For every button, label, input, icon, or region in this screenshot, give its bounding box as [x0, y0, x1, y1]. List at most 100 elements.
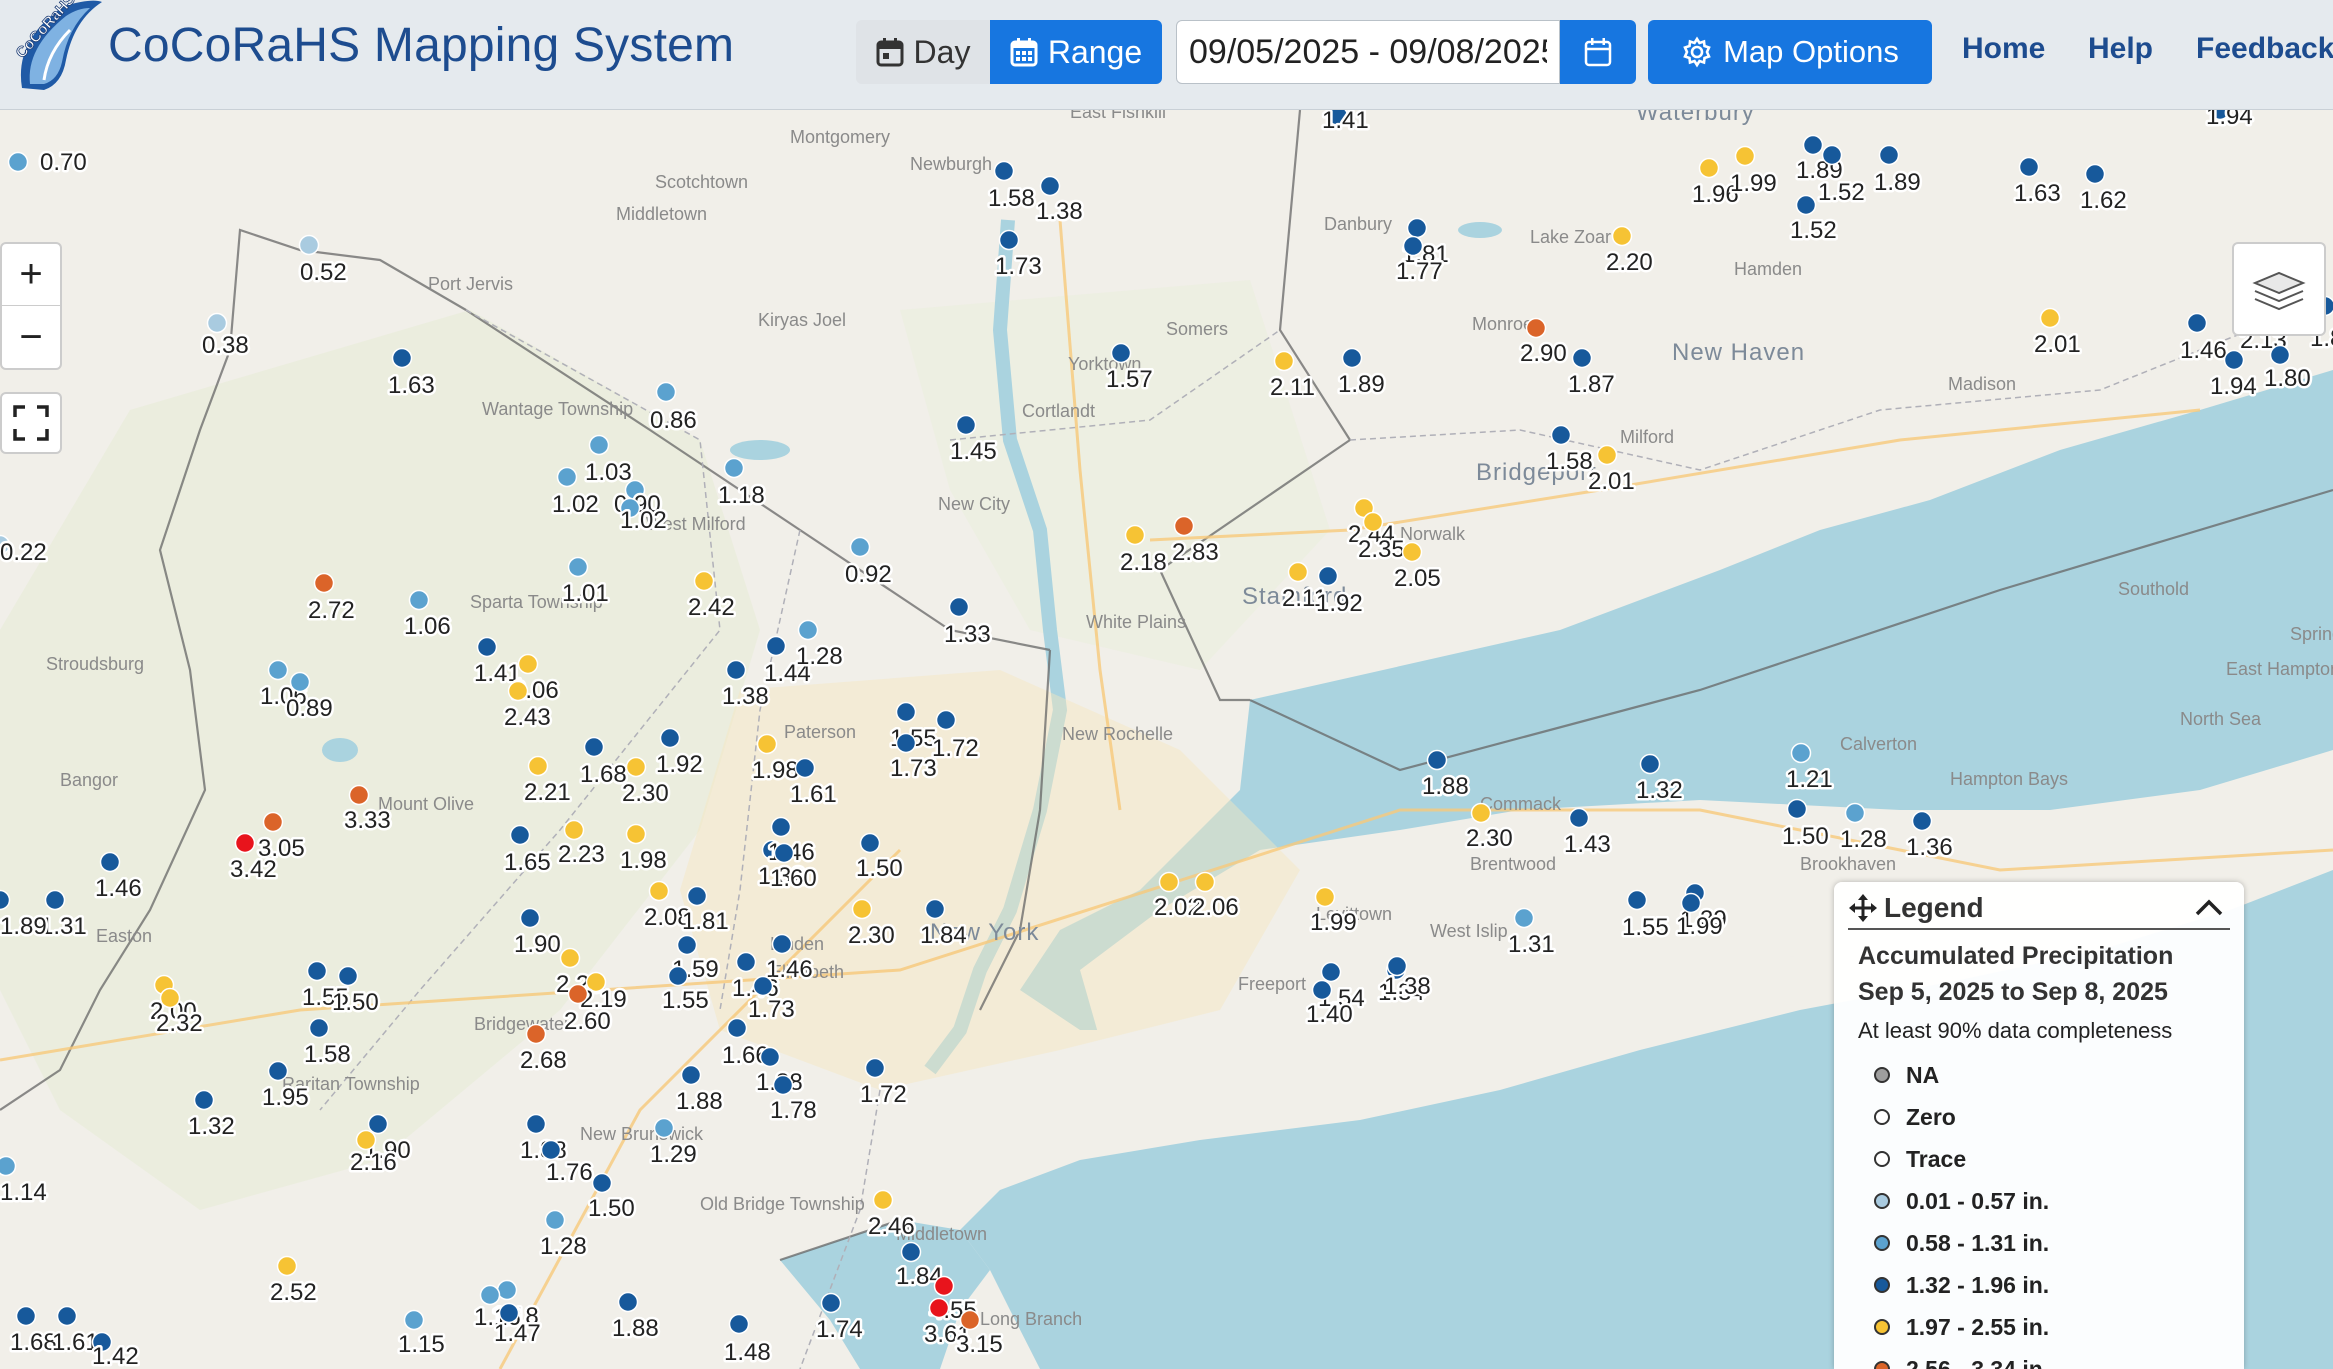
station-marker[interactable] [759, 1046, 781, 1068]
station-marker[interactable] [756, 733, 778, 755]
station-marker[interactable] [527, 755, 549, 777]
station-marker[interactable] [653, 1117, 675, 1139]
station-marker[interactable] [1317, 565, 1339, 587]
station-marker[interactable] [2223, 349, 2245, 371]
station-marker[interactable] [948, 596, 970, 618]
station-marker[interactable] [1611, 225, 1633, 247]
station-marker[interactable] [567, 983, 589, 1005]
station-marker[interactable] [567, 556, 589, 578]
station-marker[interactable] [1194, 871, 1216, 893]
station-marker[interactable] [933, 1275, 955, 1297]
station-marker[interactable] [367, 1113, 389, 1135]
station-marker[interactable] [0, 1155, 17, 1177]
station-marker[interactable] [1844, 802, 1866, 824]
station-marker[interactable] [476, 636, 498, 658]
station-marker[interactable] [509, 824, 531, 846]
station-marker[interactable] [408, 589, 430, 611]
station-marker[interactable] [337, 965, 359, 987]
station-marker[interactable] [591, 1172, 613, 1194]
station-marker[interactable] [723, 457, 745, 479]
nav-help-link[interactable]: Help [2088, 32, 2153, 66]
station-marker[interactable] [1124, 524, 1146, 546]
station-marker[interactable] [1426, 749, 1448, 771]
station-marker[interactable] [267, 659, 289, 681]
station-marker[interactable] [1626, 889, 1648, 911]
station-marker[interactable] [1821, 144, 1843, 166]
station-marker[interactable] [525, 1113, 547, 1135]
station-marker[interactable] [1639, 753, 1661, 775]
station-marker[interactable] [895, 701, 917, 723]
station-marker[interactable] [928, 1297, 950, 1319]
station-marker[interactable] [159, 987, 181, 1009]
station-marker[interactable] [193, 1089, 215, 1111]
station-marker[interactable] [998, 229, 1020, 251]
station-marker[interactable] [348, 784, 370, 806]
station-marker[interactable] [1734, 145, 1756, 167]
station-marker[interactable] [1314, 886, 1336, 908]
station-marker[interactable] [479, 1284, 501, 1306]
nav-home-link[interactable]: Home [1962, 32, 2045, 66]
station-marker[interactable] [2186, 312, 2208, 334]
station-marker[interactable] [648, 880, 670, 902]
station-marker[interactable] [540, 1139, 562, 1161]
station-marker[interactable] [1401, 541, 1423, 563]
chevron-up-icon[interactable] [2194, 898, 2224, 918]
date-range-input[interactable] [1176, 20, 1560, 84]
station-marker[interactable] [267, 1060, 289, 1082]
station-marker[interactable] [676, 934, 698, 956]
map-options-button[interactable]: Map Options [1648, 20, 1932, 84]
station-marker[interactable] [1550, 424, 1572, 446]
station-marker[interactable] [859, 832, 881, 854]
station-marker[interactable] [1273, 350, 1295, 372]
station-marker[interactable] [797, 619, 819, 641]
range-button[interactable]: Range [990, 20, 1162, 84]
station-marker[interactable] [1571, 347, 1593, 369]
station-marker[interactable] [1513, 907, 1535, 929]
station-marker[interactable] [1680, 892, 1702, 914]
station-marker[interactable] [519, 907, 541, 929]
station-marker[interactable] [556, 466, 578, 488]
station-marker[interactable] [935, 709, 957, 731]
station-marker[interactable] [735, 951, 757, 973]
station-marker[interactable] [849, 536, 871, 558]
station-marker[interactable] [1158, 871, 1180, 893]
station-marker[interactable] [2039, 307, 2061, 329]
station-marker[interactable] [517, 653, 539, 675]
station-marker[interactable] [1311, 979, 1333, 1001]
station-marker[interactable] [765, 635, 787, 657]
station-marker[interactable] [655, 381, 677, 403]
station-marker[interactable] [900, 1241, 922, 1263]
station-marker[interactable] [1039, 175, 1061, 197]
station-marker[interactable] [820, 1292, 842, 1314]
station-marker[interactable] [298, 234, 320, 256]
station-marker[interactable] [1698, 157, 1720, 179]
station-marker[interactable] [1786, 798, 1808, 820]
legend-header[interactable]: Legend [1848, 892, 2230, 930]
zoom-out-button[interactable]: − [2, 306, 60, 368]
station-marker[interactable] [308, 1017, 330, 1039]
nav-feedback-link[interactable]: Feedback [2196, 32, 2333, 66]
station-marker[interactable] [773, 842, 795, 864]
station-marker[interactable] [1110, 342, 1132, 364]
station-marker[interactable] [1795, 194, 1817, 216]
move-icon[interactable] [1848, 893, 1878, 923]
station-marker[interactable] [306, 960, 328, 982]
station-marker[interactable] [1878, 144, 1900, 166]
station-marker[interactable] [355, 1129, 377, 1151]
fullscreen-button[interactable] [0, 392, 62, 454]
station-marker[interactable] [544, 1209, 566, 1231]
station-marker[interactable] [1402, 235, 1424, 257]
station-marker[interactable] [752, 975, 774, 997]
station-marker[interactable] [1320, 961, 1342, 983]
station-marker[interactable] [686, 885, 708, 907]
station-marker[interactable] [56, 1305, 78, 1327]
station-marker[interactable] [1173, 515, 1195, 537]
station-marker[interactable] [15, 1305, 37, 1327]
station-marker[interactable] [1362, 511, 1384, 533]
station-marker[interactable] [895, 732, 917, 754]
station-marker[interactable] [525, 1023, 547, 1045]
station-marker[interactable] [2084, 163, 2106, 185]
station-marker[interactable] [44, 889, 66, 911]
station-marker[interactable] [625, 756, 647, 778]
station-marker[interactable] [772, 1074, 794, 1096]
